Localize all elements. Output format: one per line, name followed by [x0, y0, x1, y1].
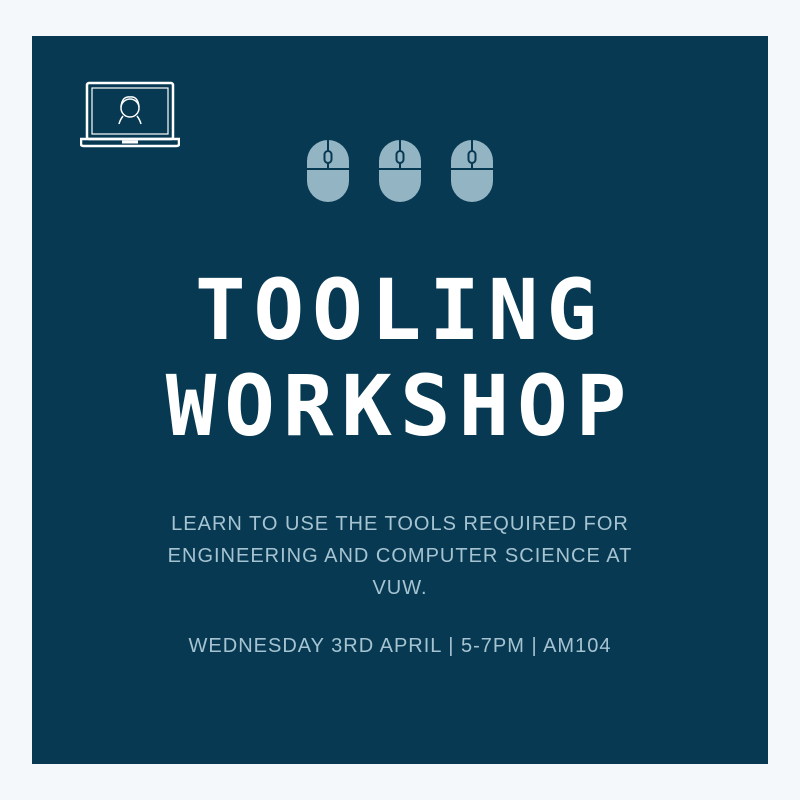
workshop-description: LEARN TO USE THE TOOLS REQUIRED FOR ENGI… — [167, 513, 633, 599]
computer-mouse-icon — [379, 140, 421, 202]
title-line-1: TOOLING — [194, 261, 605, 359]
computer-mouse-icon — [451, 140, 493, 202]
title-line-2: WORKSHOP — [165, 357, 635, 455]
computer-mouse-icon — [307, 140, 349, 202]
laptop-user-icon — [80, 81, 180, 148]
poster-background: TOOLING WORKSHOP LEARN TO USE THE TOOLS … — [32, 36, 768, 764]
event-details: WEDNESDAY 3RD APRIL | 5-7PM | AM104 — [188, 635, 612, 657]
mouse-row — [307, 140, 493, 202]
